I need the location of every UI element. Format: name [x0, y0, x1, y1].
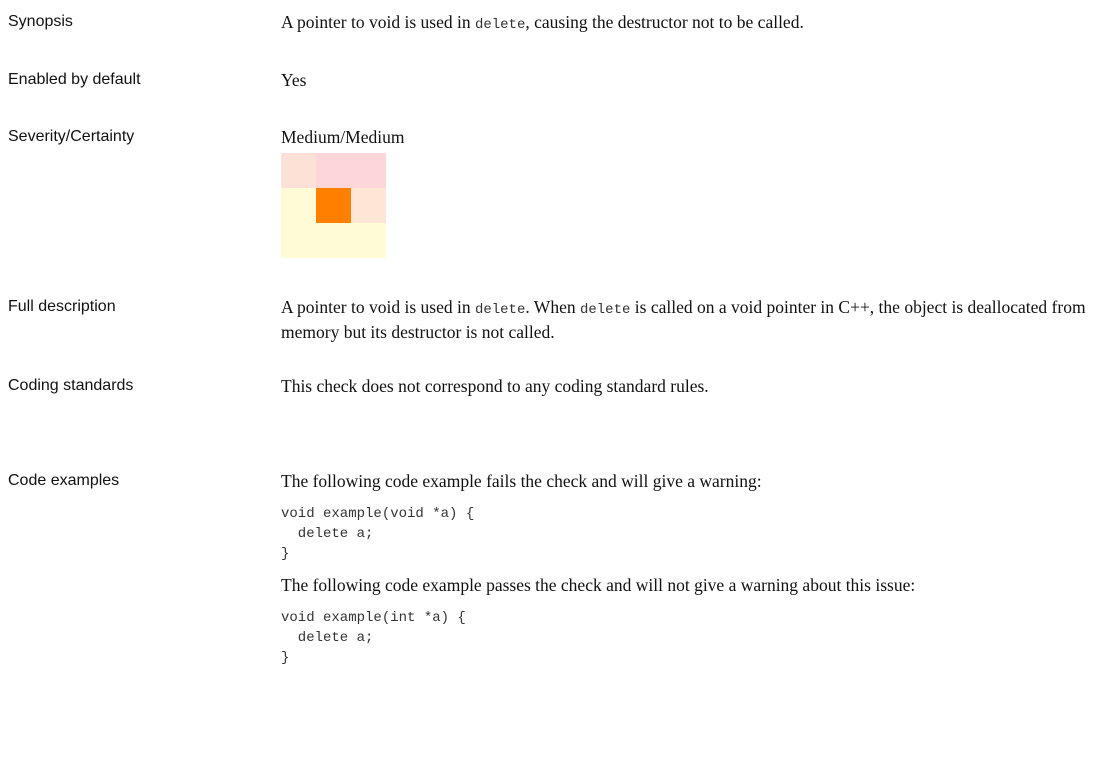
full-description-code-delete-2: delete: [579, 302, 631, 318]
grid-cell-r2c1: [281, 188, 316, 223]
grid-cell-r2c3: [351, 188, 386, 223]
synopsis-label: Synopsis: [8, 13, 73, 30]
full-description-text: A pointer to void is used in delete. Whe…: [281, 296, 1103, 343]
enabled-by-default-value: Yes: [281, 70, 307, 90]
synopsis-text-part2: , causing the destructor not to be calle…: [525, 12, 804, 32]
full-description-label: Full description: [8, 298, 116, 315]
fail-example-intro: The following code example fails the che…: [281, 471, 762, 491]
grid-cell-r1c2: [316, 153, 351, 188]
synopsis-text: A pointer to void is used in delete, cau…: [281, 11, 1103, 36]
full-description-part2: . When: [525, 297, 580, 317]
pass-example-intro: The following code example passes the ch…: [281, 575, 916, 595]
code-examples-label: Code examples: [8, 472, 120, 489]
grid-cell-r1c1: [281, 153, 316, 188]
full-description-part1: A pointer to void is used in: [281, 297, 475, 317]
synopsis-code-delete: delete: [474, 17, 526, 33]
grid-cell-r1c3: [351, 153, 386, 188]
grid-cell-r3c1: [281, 223, 316, 258]
code-examples-content: The following code example fails the che…: [281, 470, 1103, 668]
severity-certainty-label: Severity/Certainty: [8, 128, 135, 145]
grid-cell-r3c3: [351, 223, 386, 258]
severity-certainty-value: Medium/Medium: [281, 127, 405, 147]
fail-code-block: void example(void *a) { delete a; }: [281, 506, 475, 562]
severity-certainty-grid: [281, 153, 386, 258]
synopsis-text-part1: A pointer to void is used in: [281, 12, 475, 32]
check-description-page: Synopsis A pointer to void is used in de…: [0, 0, 1110, 768]
coding-standards-label: Coding standards: [8, 377, 134, 394]
grid-cell-r3c2: [316, 223, 351, 258]
full-description-code-delete-1: delete: [474, 302, 526, 318]
coding-standards-value: This check does not correspond to any co…: [281, 376, 709, 396]
enabled-by-default-label: Enabled by default: [8, 71, 141, 88]
grid-cell-r2c2-selected: [316, 188, 351, 223]
pass-code-block: void example(int *a) { delete a; }: [281, 610, 466, 666]
